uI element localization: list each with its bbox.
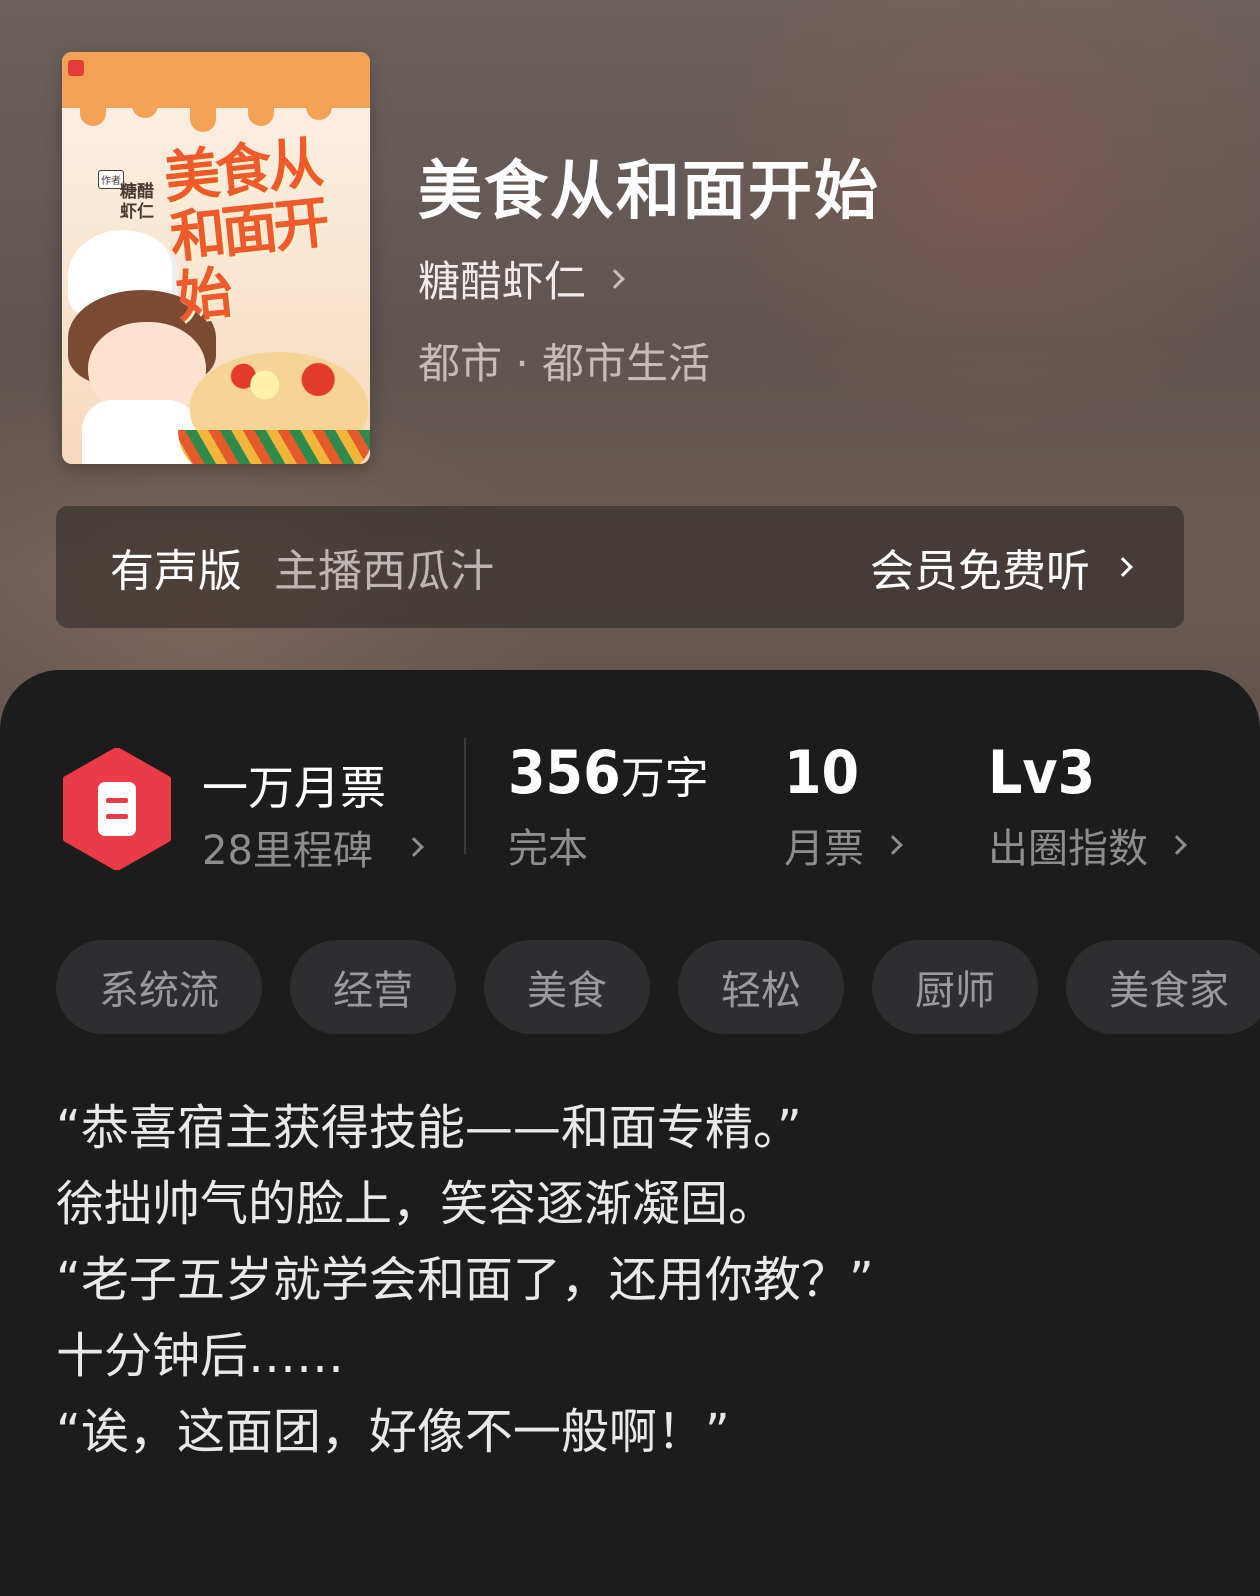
cover-author-art: 糖醋虾仁 <box>120 182 154 222</box>
bowl-rim-illustration <box>178 430 370 464</box>
tag-chip[interactable]: 轻松 <box>678 940 844 1034</box>
monthly-votes-label: 月票 <box>784 826 864 872</box>
chevron-right-icon <box>1167 835 1187 855</box>
tag-chip[interactable]: 美食家 <box>1066 940 1260 1034</box>
popularity-index-stat[interactable]: Lv3 出圈指数 <box>988 738 1187 874</box>
monthly-votes-value: 10 <box>784 738 860 808</box>
synopsis-line: 徐拙帅气的脸上，笑容逐渐凝固。 <box>56 1176 777 1232</box>
completion-status: 完本 <box>508 826 588 872</box>
book-cover[interactable]: 作者 糖醋虾仁 美食从和面开始 <box>62 52 370 464</box>
word-count-unit: 万字 <box>620 753 709 804</box>
monthly-ticket-icon[interactable] <box>62 748 172 870</box>
stats-divider <box>464 738 466 854</box>
author-name: 糖醋虾仁 <box>418 257 587 306</box>
audiobook-narrator: 主播西瓜汁 <box>274 546 494 597</box>
word-count-value: 356 <box>508 738 621 808</box>
synopsis-line: “恭喜宿主获得技能——和面专精。” <box>56 1100 802 1156</box>
chevron-right-icon <box>605 268 625 289</box>
monthly-votes-stat[interactable]: 10 月票 <box>784 738 903 874</box>
chevron-right-icon <box>883 835 903 855</box>
ticket-milestone-link[interactable]: 28里程碑 <box>202 818 424 876</box>
genre-tags: 系统流 经营 美食 轻松 厨师 美食家 <box>56 940 1260 1034</box>
ticket-milestone-subtitle: 28里程碑 <box>202 828 373 874</box>
popularity-index-label: 出圈指数 <box>988 826 1148 872</box>
chevron-right-icon <box>1113 557 1133 577</box>
popularity-index-value: Lv3 <box>988 738 1096 808</box>
book-category: 都市 · 都市生活 <box>418 339 711 388</box>
tag-chip[interactable]: 美食 <box>484 940 650 1034</box>
synopsis-line: 十分钟后…… <box>56 1328 345 1384</box>
book-synopsis[interactable]: “恭喜宿主获得技能——和面专精。” 徐拙帅气的脸上，笑容逐渐凝固。 “老子五岁就… <box>56 1090 1206 1470</box>
audiobook-label: 有声版 <box>110 546 242 597</box>
tag-chip[interactable]: 经营 <box>290 940 456 1034</box>
author-link[interactable]: 糖醋虾仁 <box>418 248 625 309</box>
listen-free-label: 会员免费听 <box>870 546 1090 597</box>
publisher-logo-icon <box>68 60 84 76</box>
chevron-right-icon <box>404 837 424 857</box>
cover-title-art: 美食从和面开始 <box>160 130 329 331</box>
ticket-milestone-title: 一万月票 <box>202 761 386 815</box>
tag-chip[interactable]: 厨师 <box>872 940 1038 1034</box>
tag-chip[interactable]: 系统流 <box>56 940 262 1034</box>
book-title: 美食从和面开始 <box>418 154 880 229</box>
cover-drip-decoration <box>62 52 370 132</box>
synopsis-line: “诶，这面团，好像不一般啊！” <box>56 1404 730 1460</box>
listen-free-button[interactable]: 会员免费听 <box>870 535 1133 599</box>
audiobook-banner[interactable]: 有声版 主播西瓜汁 会员免费听 <box>56 506 1184 628</box>
word-count-stat: 356万字 完本 <box>508 738 709 874</box>
synopsis-line: “老子五岁就学会和面了，还用你教？” <box>56 1252 874 1308</box>
